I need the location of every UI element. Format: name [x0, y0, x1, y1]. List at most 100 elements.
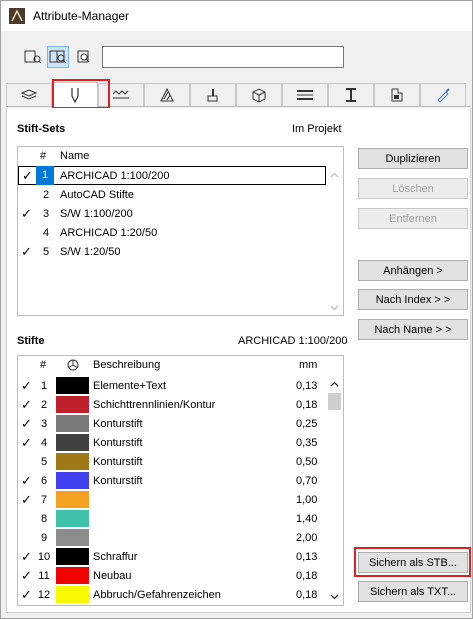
check-icon: ✓ — [22, 168, 33, 183]
chevron-up-icon — [330, 172, 339, 178]
pen-row[interactable]: ✓ 6 Konturstift 0,70 — [18, 471, 326, 490]
composite-icon — [297, 90, 313, 100]
pen-row[interactable]: ✓ 11 Neubau 0,18 — [18, 566, 326, 585]
tab-surfaces[interactable] — [190, 83, 236, 106]
pen-color-swatch[interactable] — [56, 415, 89, 432]
pens-label: Stifte — [17, 335, 45, 347]
pen-set-num: 1 — [36, 166, 54, 185]
pens-list[interactable]: # Beschreibung mm ✓ 1 Elemente+Text 0,13… — [17, 355, 344, 606]
pen-row[interactable]: ✓ 1 Elemente+Text 0,13 — [18, 376, 326, 395]
pen-row[interactable]: ✓ 3 Konturstift 0,25 — [18, 414, 326, 433]
pen-color-swatch[interactable] — [56, 377, 89, 394]
pen-set-num: 2 — [42, 188, 50, 201]
pens-scrollbar-thumb[interactable] — [328, 393, 341, 410]
tab-building-materials[interactable] — [236, 83, 282, 106]
attribute-manager-window: Attribute-Manager Stift-Sets Im Projekt … — [0, 0, 473, 619]
pen-width: 0,18 — [296, 588, 318, 601]
pen-row[interactable]: ✓ 10 Schraffur 0,13 — [18, 547, 326, 566]
pen-num: 9 — [40, 531, 48, 544]
pen-description: Neubau — [93, 569, 132, 582]
view-left-button[interactable] — [22, 46, 44, 68]
check-icon: ✓ — [21, 473, 32, 488]
surface-brush-icon — [207, 89, 218, 102]
chevron-down-icon — [330, 594, 339, 600]
view-both-icon — [49, 50, 67, 64]
duplicate-button[interactable]: Duplizieren — [358, 148, 468, 169]
pen-set-num: 3 — [42, 207, 50, 220]
tab-zones[interactable] — [374, 83, 420, 106]
by-name-button[interactable]: Nach Name > > — [358, 319, 468, 340]
building-material-icon — [252, 88, 266, 103]
pen-width: 0,50 — [296, 455, 318, 468]
pen-width: 0,35 — [296, 436, 318, 449]
pens-scrollbar[interactable] — [326, 356, 343, 605]
pen-set-row[interactable]: 4 ARCHICAD 1:20/50 — [18, 223, 326, 242]
pen-row[interactable]: ✓ 7 1,00 — [18, 490, 326, 509]
pen-description: Konturstift — [93, 474, 143, 487]
append-button[interactable]: Anhängen > — [358, 260, 468, 281]
check-icon: ✓ — [21, 492, 32, 507]
search-input[interactable] — [102, 46, 344, 68]
view-right-button[interactable] — [72, 46, 94, 68]
pen-color-swatch[interactable] — [56, 529, 89, 546]
pen-row[interactable]: 9 2,00 — [18, 528, 326, 547]
pen-num: 7 — [40, 493, 48, 506]
pen-row[interactable]: 5 Konturstift 0,50 — [18, 452, 326, 471]
check-icon: ✓ — [21, 378, 32, 393]
pen-width: 2,00 — [296, 531, 318, 544]
pen-width: 0,25 — [296, 417, 318, 430]
pen-width: 0,18 — [296, 569, 318, 582]
pen-width: 0,18 — [296, 398, 318, 411]
pen-row[interactable]: ✓ 12 Abbruch/Gefahrenzeichen 0,18 — [18, 585, 326, 604]
pen-tab-highlight — [52, 79, 110, 109]
tab-layers[interactable] — [6, 83, 52, 106]
pen-set-name: S/W 1:100/200 — [60, 207, 133, 220]
pen-row[interactable]: ✓ 4 Konturstift 0,35 — [18, 433, 326, 452]
column-header-name: Name — [60, 150, 90, 162]
pen-description: Elemente+Text — [93, 379, 167, 392]
remove-button[interactable]: Entfernen — [358, 208, 468, 229]
pen-sets-label: Stift-Sets — [17, 123, 66, 135]
pen-set-row[interactable]: ✓ 3 S/W 1:100/200 — [18, 204, 326, 223]
check-icon: ✓ — [21, 568, 32, 583]
pen-sets-scrollbar[interactable] — [326, 147, 343, 315]
column-header-num: # — [40, 150, 47, 162]
pen-num: 12 — [37, 588, 51, 601]
tab-paint[interactable] — [420, 83, 466, 106]
pen-sets-list[interactable]: # Name ✓ 1 ARCHICAD 1:100/200 2 AutoCAD … — [17, 146, 344, 316]
pen-set-row[interactable]: ✓ 1 ARCHICAD 1:100/200 — [18, 166, 326, 185]
view-both-button[interactable] — [47, 46, 69, 68]
pen-num: 2 — [40, 398, 48, 411]
pen-color-swatch[interactable] — [56, 510, 89, 527]
pen-color-swatch[interactable] — [56, 491, 89, 508]
pen-description: Schichttrennlinien/Kontur — [93, 398, 216, 411]
pen-sets-list-header: # Name — [18, 147, 326, 165]
check-icon: ✓ — [21, 416, 32, 431]
pen-row[interactable]: 8 1,40 — [18, 509, 326, 528]
pen-color-swatch[interactable] — [56, 567, 89, 584]
pen-num: 6 — [40, 474, 48, 487]
pen-color-swatch[interactable] — [56, 586, 89, 603]
pen-set-row[interactable]: 2 AutoCAD Stifte — [18, 185, 326, 204]
tab-profiles[interactable] — [328, 83, 374, 106]
delete-button[interactable]: Löschen — [358, 178, 468, 199]
pen-set-num: 5 — [42, 245, 50, 258]
check-icon: ✓ — [21, 587, 32, 602]
pen-row[interactable]: ✓ 2 Schichttrennlinien/Kontur 0,18 — [18, 395, 326, 414]
pen-color-swatch[interactable] — [56, 396, 89, 413]
by-index-button[interactable]: Nach Index > > — [358, 289, 468, 310]
check-icon: ✓ — [21, 549, 32, 564]
pen-sets-scope: Im Projekt — [292, 123, 342, 135]
title-bar: Attribute-Manager — [1, 1, 472, 31]
pen-color-swatch[interactable] — [56, 434, 89, 451]
pen-set-row[interactable]: ✓ 5 S/W 1:20/50 — [18, 242, 326, 261]
paint-icon — [437, 88, 450, 103]
pen-color-swatch[interactable] — [56, 548, 89, 565]
tab-fills[interactable] — [144, 83, 190, 106]
save-as-txt-button[interactable]: Sichern als TXT... — [358, 581, 468, 602]
pen-color-swatch[interactable] — [56, 453, 89, 470]
tab-composites[interactable] — [282, 83, 328, 106]
pen-width: 0,70 — [296, 474, 318, 487]
pen-color-swatch[interactable] — [56, 472, 89, 489]
line-type-icon — [112, 90, 129, 99]
